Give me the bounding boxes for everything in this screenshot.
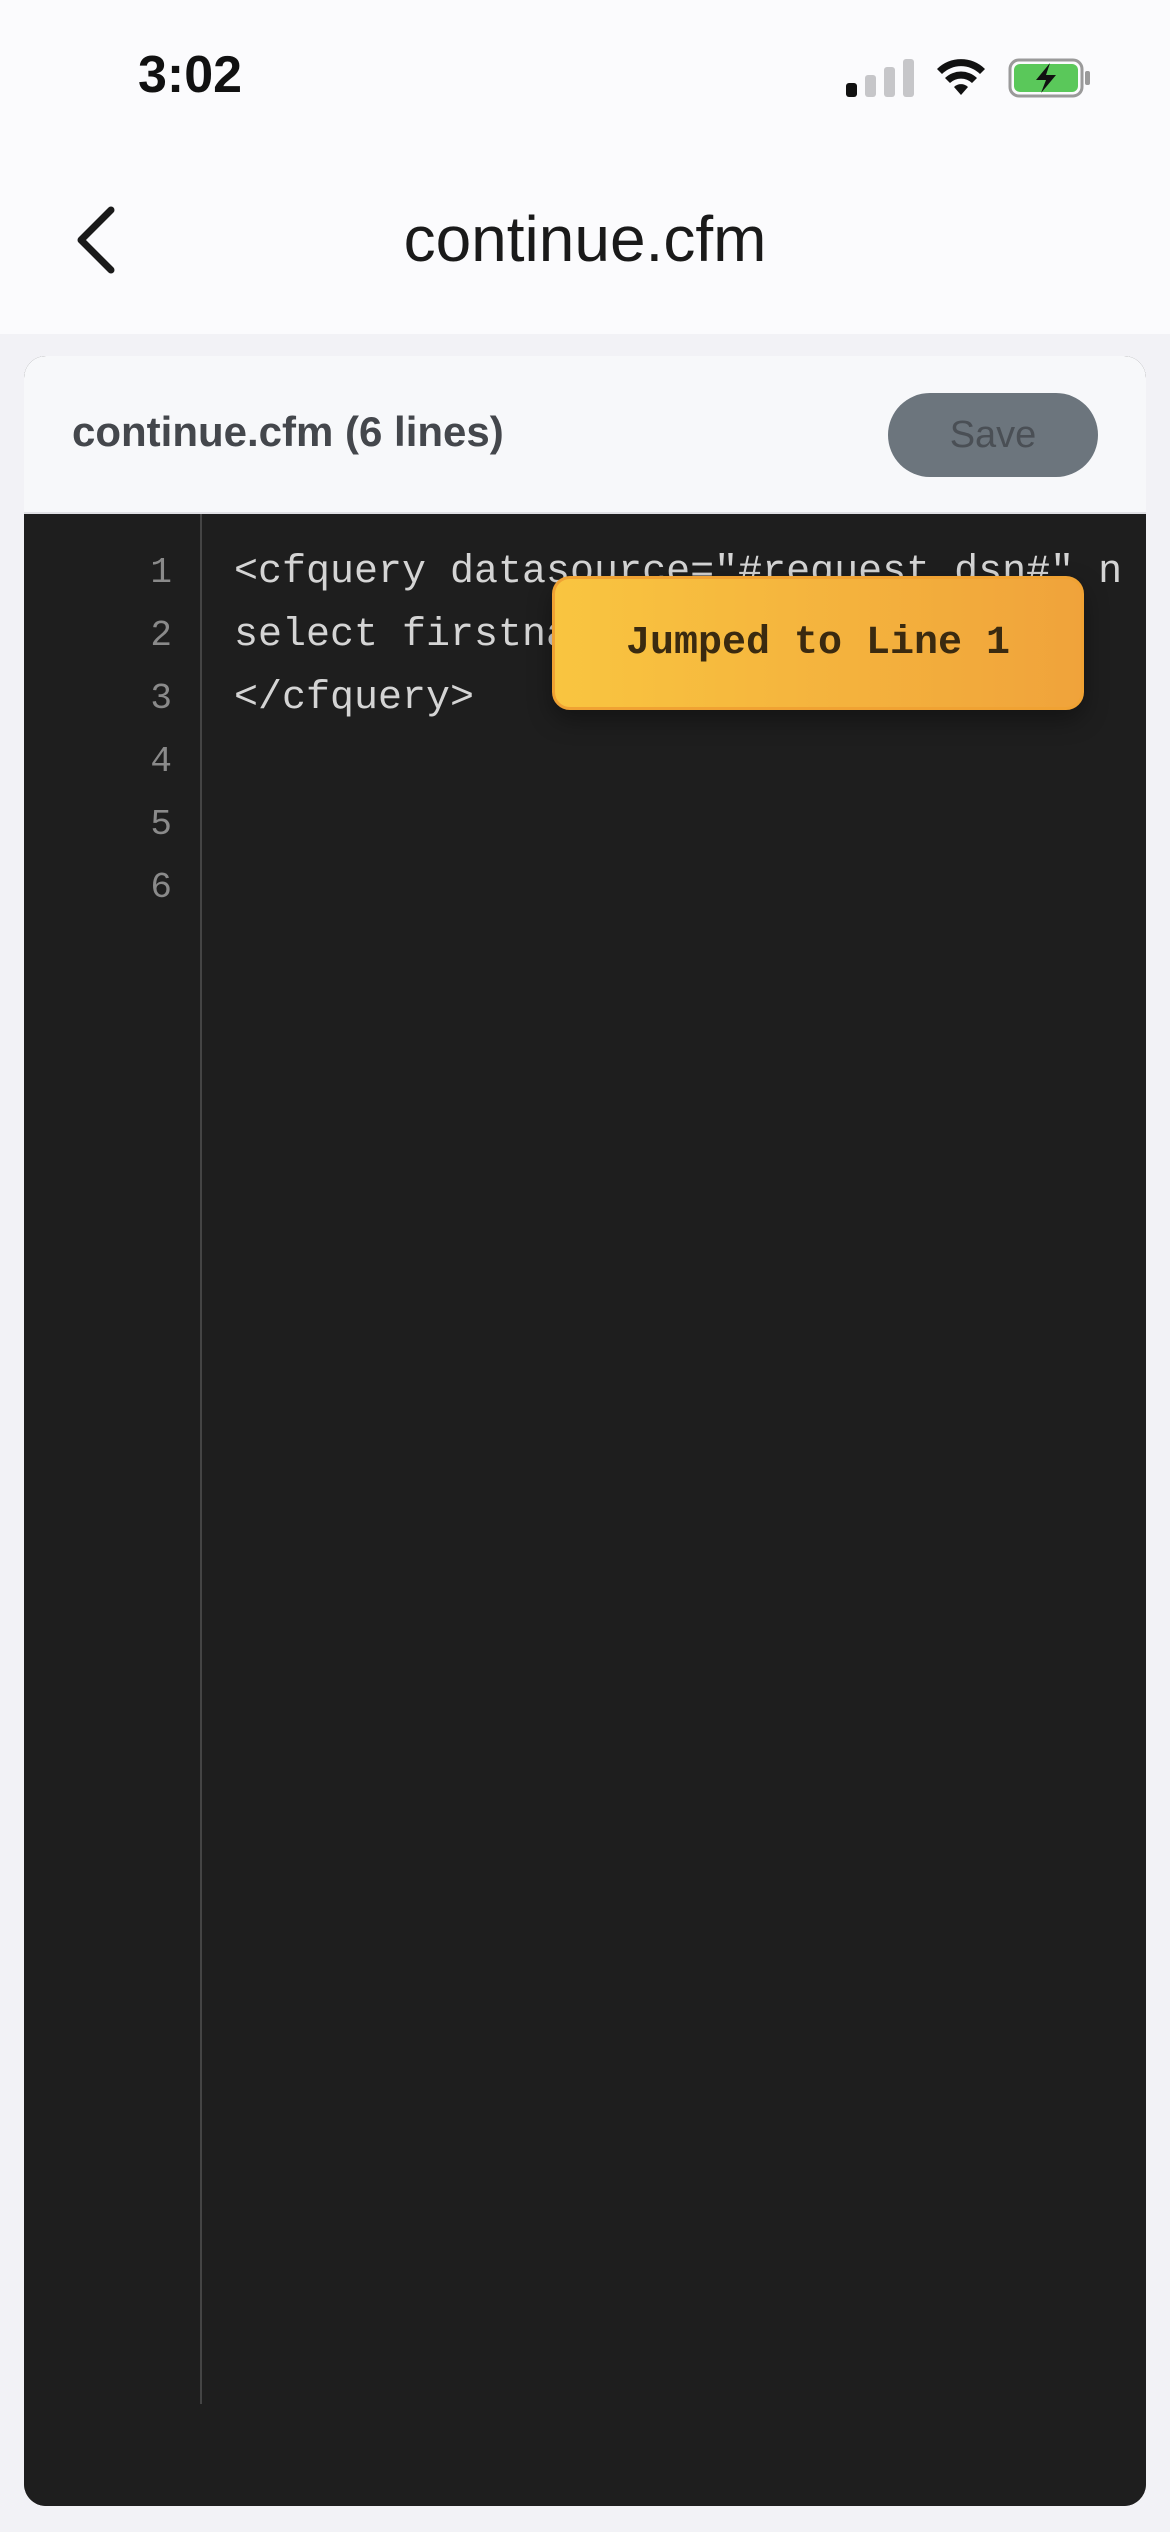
status-icons — [846, 56, 1092, 100]
code-editor[interactable]: 1 2 3 4 5 6 <cfquery datasource="#reques… — [24, 514, 1146, 2506]
line-number-gutter: 1 2 3 4 5 6 — [24, 514, 202, 2404]
line-number: 1 — [150, 552, 172, 593]
status-bar: 3:02 — [0, 0, 1170, 150]
editor-header: continue.cfm (6 lines) Save — [24, 356, 1146, 514]
status-time: 3:02 — [138, 46, 243, 104]
save-button[interactable]: Save — [888, 393, 1098, 477]
jump-toast: Jumped to Line 1 — [552, 576, 1084, 710]
nav-header: continue.cfm — [0, 150, 1170, 334]
cellular-signal-icon — [846, 59, 914, 97]
page-title: continue.cfm — [403, 203, 767, 275]
file-info-label: continue.cfm (6 lines) — [72, 408, 504, 455]
wifi-icon — [937, 59, 985, 95]
line-number: 6 — [150, 867, 172, 908]
line-number: 2 — [150, 615, 172, 656]
line-number: 4 — [150, 741, 172, 782]
code-line[interactable]: </cfquery> — [234, 676, 474, 721]
battery-charging-icon — [1008, 58, 1090, 98]
line-number: 3 — [150, 678, 172, 719]
code-text-area[interactable]: <cfquery datasource="#request.dsn#" n se… — [234, 514, 1146, 2404]
line-number: 5 — [150, 804, 172, 845]
